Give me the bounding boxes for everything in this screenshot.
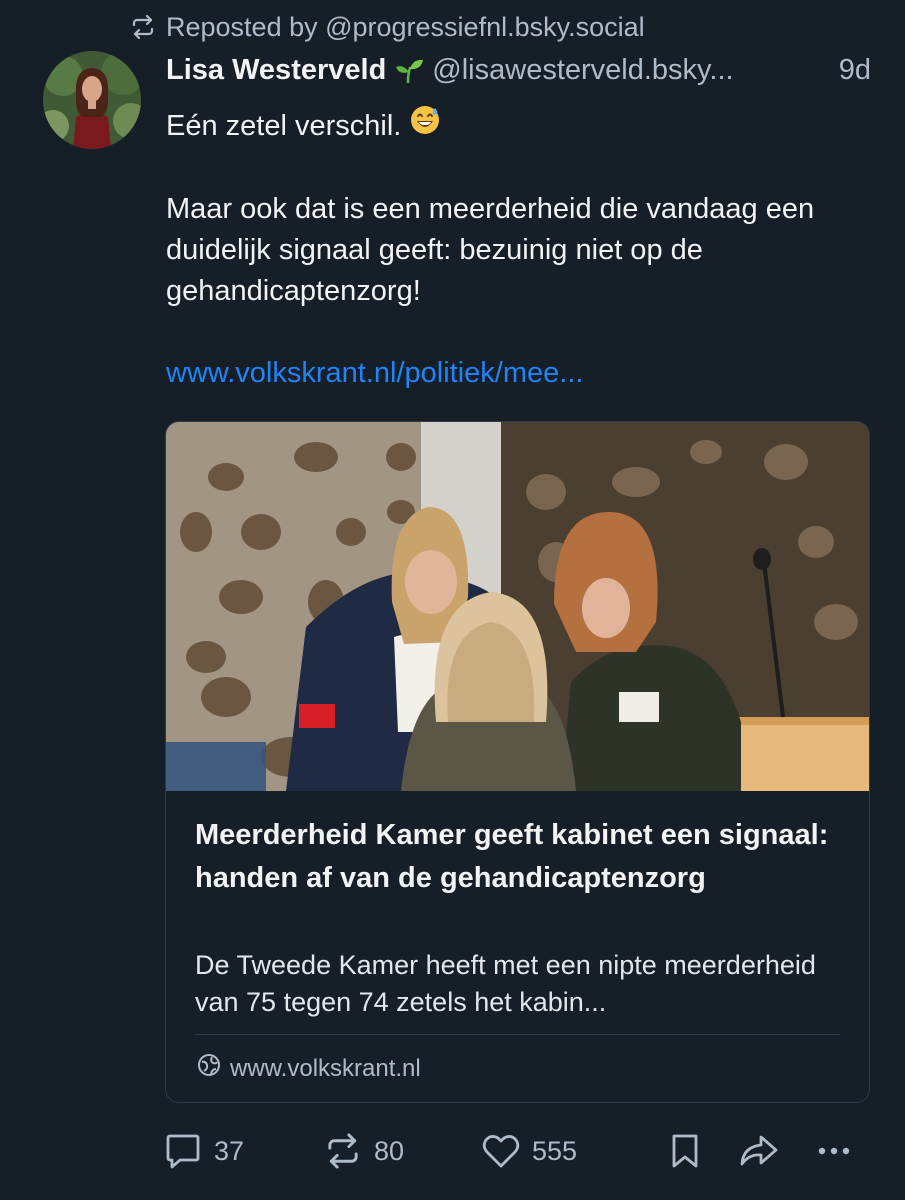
post-text: Eén zetel verschil. Maar ook dat is een … (166, 104, 871, 394)
like-button[interactable]: 555 (482, 1128, 577, 1174)
more-icon (814, 1133, 854, 1169)
like-count: 555 (532, 1135, 578, 1166)
grinning-sweat-emoji (409, 104, 441, 148)
globe-icon (197, 1053, 221, 1084)
reply-icon (164, 1133, 202, 1169)
post-line-1: Eén zetel verschil. (166, 109, 402, 142)
heart-icon (482, 1133, 520, 1169)
repost-count: 80 (374, 1135, 405, 1166)
sprout-icon (394, 57, 424, 83)
share-button[interactable] (739, 1128, 779, 1174)
card-divider (195, 1034, 840, 1035)
card-domain: www.volkskrant.nl (230, 1054, 421, 1082)
share-icon (739, 1133, 779, 1169)
card-description: De Tweede Kamer heeft met een nipte meer… (195, 950, 816, 1017)
action-bar: 37 80 555 (164, 1128, 864, 1174)
repost-button[interactable]: 80 (324, 1128, 404, 1174)
reply-button[interactable]: 37 (164, 1128, 244, 1174)
post-link[interactable]: www.volkskrant.nl/politiek/mee... (166, 357, 583, 389)
bookmark-button[interactable] (669, 1128, 701, 1174)
reply-count: 37 (214, 1135, 245, 1166)
news-photo-parliament (166, 422, 869, 791)
link-card[interactable]: Meerderheid Kamer geeft kabinet een sign… (165, 421, 870, 1103)
bookmark-icon (669, 1133, 701, 1169)
avatar[interactable] (43, 51, 141, 149)
post-header: Lisa Westerveld @lisawesterveld.bsky... … (166, 50, 871, 90)
repost-line[interactable]: Reposted by @progressiefnl.bsky.social (130, 10, 645, 44)
post[interactable]: Reposted by @progressiefnl.bsky.social L… (0, 0, 905, 1200)
repost-label: Reposted by @progressiefnl.bsky.social (166, 11, 645, 42)
repost-icon (324, 1133, 362, 1169)
card-domain-row: www.volkskrant.nl (197, 1053, 421, 1084)
post-paragraph-2: Maar ook dat is een meerderheid die vand… (166, 193, 815, 307)
display-name[interactable]: Lisa Westerveld (166, 54, 386, 87)
author-handle[interactable]: @lisawesterveld.bsky... (432, 54, 826, 87)
repost-icon (130, 15, 156, 39)
more-options-button[interactable] (814, 1128, 854, 1174)
post-time[interactable]: 9d (839, 54, 871, 87)
card-title: Meerderheid Kamer geeft kabinet een sign… (195, 819, 829, 894)
